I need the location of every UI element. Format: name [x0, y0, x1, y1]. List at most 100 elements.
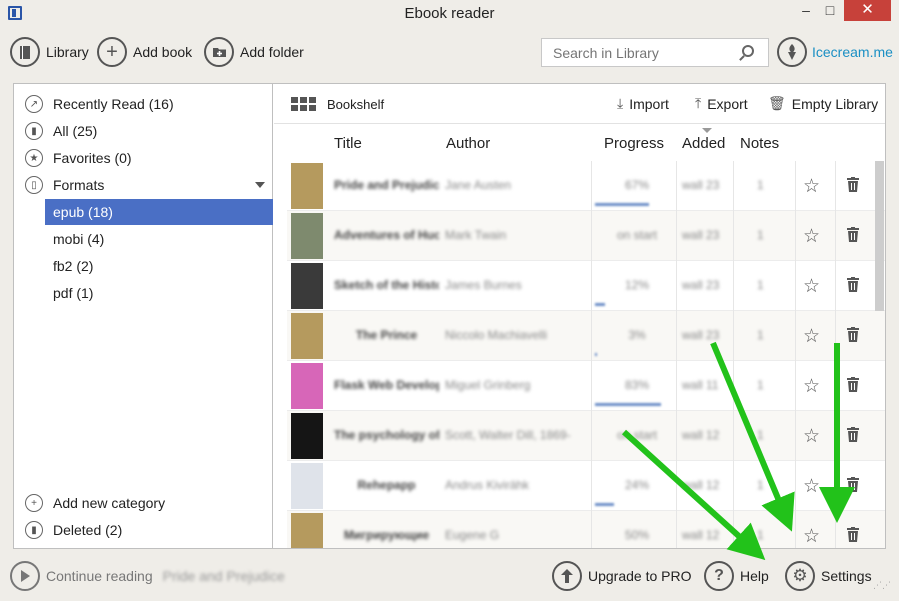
delete-trash-icon[interactable] [847, 527, 859, 546]
delete-trash-icon[interactable] [847, 227, 859, 246]
search-icon[interactable] [742, 45, 754, 57]
column-divider [733, 311, 734, 361]
favorite-star-icon[interactable]: ☆ [803, 525, 820, 548]
settings-button[interactable]: ⚙ Settings [785, 561, 872, 591]
window-title: Ebook reader [404, 5, 495, 22]
grid-view-icon[interactable] [291, 97, 316, 111]
column-divider [676, 161, 677, 211]
trash-icon: 🗑 [768, 95, 786, 111]
empty-library-button[interactable]: 🗑 Empty Library [768, 95, 878, 112]
search-box[interactable] [541, 38, 769, 67]
sidebar-item-label: Deleted (2) [53, 522, 123, 538]
book-added: wall 23 [682, 278, 720, 292]
column-notes[interactable]: Notes [740, 135, 779, 152]
column-title[interactable]: Title [334, 135, 362, 152]
add-category-button[interactable]: + Add new category [14, 490, 273, 516]
sidebar-item-favorites[interactable]: ★ Favorites (0) [14, 145, 273, 171]
sidebar-item-formats[interactable]: ▯ Formats [14, 172, 273, 198]
book-notes: 1 [757, 528, 764, 542]
add-folder-button[interactable]: Add folder [204, 37, 304, 67]
book-cover[interactable] [291, 263, 323, 309]
favorite-star-icon[interactable]: ☆ [803, 175, 820, 198]
table-row[interactable]: Sketch of the History James Burnes 12% wall… [287, 261, 885, 311]
table-row[interactable]: Flask Web Development Miguel Grinberg 83% w… [287, 361, 885, 411]
column-divider [676, 411, 677, 461]
sidebar-item-recent[interactable]: ↗ Recently Read (16) [14, 91, 273, 117]
search-input[interactable] [553, 39, 743, 66]
book-progress: 3% [628, 328, 646, 342]
favorite-star-icon[interactable]: ☆ [803, 275, 820, 298]
book-notes: 1 [757, 478, 764, 492]
scrollbar-thumb[interactable] [875, 161, 884, 311]
export-button[interactable]: ⤒ Export [695, 95, 748, 112]
favorite-star-icon[interactable]: ☆ [803, 325, 820, 348]
column-divider [733, 461, 734, 511]
sidebar-item-mobi[interactable]: mobi (4) [45, 226, 273, 252]
bookshelf-view-label[interactable]: Bookshelf [327, 97, 384, 112]
column-divider [591, 411, 592, 461]
column-divider [591, 511, 592, 548]
book-added: wall 11 [682, 378, 719, 392]
delete-trash-icon[interactable] [847, 277, 859, 296]
upload-icon: ⤒ [695, 95, 702, 111]
book-cover[interactable] [291, 513, 323, 548]
sidebar-item-epub[interactable]: epub (18) [45, 199, 273, 225]
sidebar-item-all[interactable]: ▮ All (25) [14, 118, 273, 144]
help-button[interactable]: ? Help [704, 561, 769, 591]
book-progress: 67% [624, 178, 650, 192]
book-cover[interactable] [291, 213, 323, 259]
book-cover[interactable] [291, 463, 323, 509]
settings-label: Settings [821, 568, 872, 584]
table-row[interactable]: Rehepapp Andrus Kivirähk 24% wall 12 1 ☆ [287, 461, 885, 511]
library-button[interactable]: Library [10, 37, 89, 67]
brand-link[interactable]: Icecream.me [777, 37, 893, 67]
column-divider [795, 211, 796, 261]
column-divider [835, 411, 836, 461]
book-author: Mark Twain [445, 228, 507, 242]
continue-reading-button[interactable]: Continue reading Pride and Prejudice [10, 561, 285, 591]
star-icon: ★ [25, 149, 43, 167]
delete-trash-icon[interactable] [847, 477, 859, 496]
table-row[interactable]: The Prince Niccolo Machiavelli 3% wall 23 1 ☆ [287, 311, 885, 361]
delete-trash-icon[interactable] [847, 377, 859, 396]
favorite-star-icon[interactable]: ☆ [803, 375, 820, 398]
book-cover[interactable] [291, 313, 323, 359]
import-button[interactable]: ⤓ Import [617, 95, 669, 112]
table-row[interactable]: The psychology of Scott, Walter Dill, 186… [287, 411, 885, 461]
book-cover[interactable] [291, 363, 323, 409]
minimize-button[interactable]: ‒ [796, 0, 816, 21]
column-divider [795, 511, 796, 548]
table-row[interactable]: Adventures of Huckleberry Finn Mark Twain… [287, 211, 885, 261]
delete-trash-icon[interactable] [847, 177, 859, 196]
delete-trash-icon[interactable] [847, 427, 859, 446]
chevron-down-icon[interactable] [255, 182, 265, 188]
file-icon: ▯ [25, 176, 43, 194]
table-row[interactable]: Pride and Prejudice Jane Austen 67% wall 23… [287, 161, 885, 211]
resize-grip-icon[interactable]: ⋰⋰ [873, 580, 891, 591]
column-author[interactable]: Author [446, 135, 490, 152]
book-cover[interactable] [291, 413, 323, 459]
add-book-button[interactable]: + Add book [97, 37, 192, 67]
column-divider [835, 361, 836, 411]
close-button[interactable]: ✕ [844, 0, 891, 21]
column-progress[interactable]: Progress [604, 135, 664, 152]
book-cover[interactable] [291, 163, 323, 209]
favorite-star-icon[interactable]: ☆ [803, 475, 820, 498]
sidebar-item-fb2[interactable]: fb2 (2) [45, 253, 273, 279]
book-author: James Burnes [445, 278, 522, 292]
favorite-star-icon[interactable]: ☆ [803, 225, 820, 248]
sidebar-item-pdf[interactable]: pdf (1) [45, 280, 273, 306]
main-panel: ↗ Recently Read (16) ▮ All (25) ★ Favori… [13, 83, 886, 549]
delete-trash-icon[interactable] [847, 327, 859, 346]
sidebar-item-label: Favorites (0) [53, 150, 132, 166]
table-row[interactable]: Мигрирующие Eugene G 50% wall 12 1 ☆ [287, 511, 885, 548]
sidebar-item-deleted[interactable]: ▮ Deleted (2) [14, 517, 273, 543]
favorite-star-icon[interactable]: ☆ [803, 425, 820, 448]
book-added: wall 12 [682, 428, 720, 442]
column-divider [676, 211, 677, 261]
column-divider [591, 161, 592, 211]
plus-icon: + [25, 494, 43, 512]
maximize-button[interactable]: □ [820, 0, 840, 21]
column-added[interactable]: Added [682, 135, 725, 152]
upgrade-button[interactable]: Upgrade to PRO [552, 561, 692, 591]
